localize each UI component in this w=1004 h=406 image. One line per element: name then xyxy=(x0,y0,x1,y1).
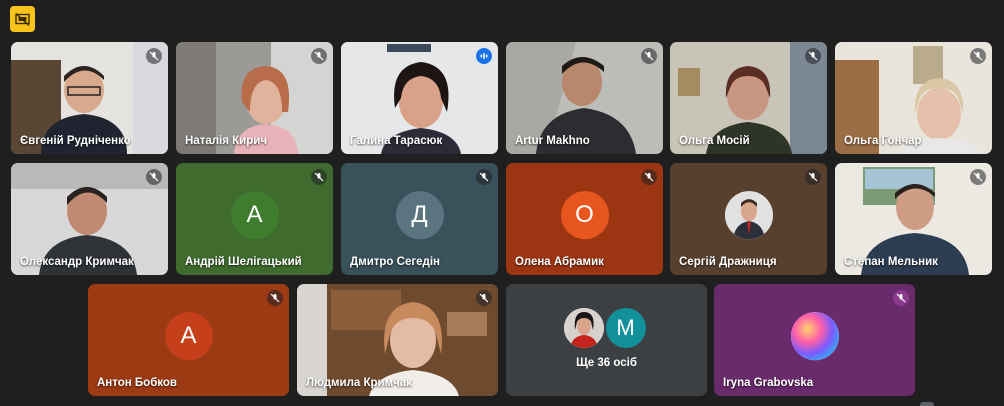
mic-off-icon xyxy=(267,290,283,306)
participant-tile[interactable]: А Андрій Шелігацький xyxy=(176,163,333,275)
avatar-initial: М xyxy=(616,315,635,340)
participant-name: Ольга Гончар xyxy=(844,135,922,147)
mic-off-icon xyxy=(893,290,909,306)
more-participants-label: Ще 36 осіб xyxy=(576,357,637,369)
avatar-photo xyxy=(563,308,604,348)
mic-off-icon xyxy=(805,48,821,64)
mic-off-icon xyxy=(146,48,162,64)
mic-off-icon xyxy=(146,169,162,185)
avatar-initial: А xyxy=(180,322,197,350)
more-participants-tile[interactable]: М Ще 36 осіб xyxy=(506,284,707,396)
avatar: Д xyxy=(395,191,444,240)
participant-name: Дмитро Сегедін xyxy=(350,256,440,268)
participant-name: Євгеній Рудніченко xyxy=(20,135,131,147)
participant-tile[interactable]: Степан Мельник xyxy=(835,163,992,275)
participant-name: Олександр Кримчак xyxy=(20,256,134,268)
participant-name: Наталія Кирич xyxy=(185,135,267,147)
speaking-indicator-icon xyxy=(476,48,492,64)
avatar-initial: А xyxy=(246,201,263,229)
participant-tile[interactable]: Олександр Кримчак xyxy=(11,163,168,275)
participant-tile[interactable]: Людмила Кримчак xyxy=(297,284,498,396)
participant-tile[interactable]: Ольга Гончар xyxy=(835,42,992,154)
avatar: А xyxy=(164,312,213,361)
participant-tile[interactable]: Наталія Кирич xyxy=(176,42,333,154)
avatar-photo xyxy=(724,191,773,240)
presentation-off-badge[interactable] xyxy=(10,6,35,32)
participant-tile[interactable]: Галина Тарасюк xyxy=(341,42,498,154)
participant-name: Галина Тарасюк xyxy=(350,135,443,147)
participant-tile[interactable]: Д Дмитро Сегедін xyxy=(341,163,498,275)
mic-off-icon xyxy=(311,48,327,64)
avatar-photo xyxy=(790,312,839,361)
participant-name: Андрій Шелігацький xyxy=(185,256,302,268)
avatar-initial: Д xyxy=(411,201,428,229)
mic-off-icon xyxy=(970,48,986,64)
scroll-handle[interactable] xyxy=(920,402,934,406)
mic-off-icon xyxy=(641,169,657,185)
mic-off-icon xyxy=(476,290,492,306)
participant-name: Artur Makhno xyxy=(515,135,590,147)
avatar: М xyxy=(605,308,646,348)
participant-tile[interactable]: А Антон Бобков xyxy=(88,284,289,396)
participant-tile[interactable]: О Олена Абрамик xyxy=(506,163,663,275)
participant-name: Степан Мельник xyxy=(844,256,938,268)
participant-name: Людмила Кримчак xyxy=(306,377,412,389)
presentation-off-icon xyxy=(15,12,30,26)
mic-off-icon xyxy=(311,169,327,185)
participant-name: Сергій Дражниця xyxy=(679,256,777,268)
mic-off-icon xyxy=(641,48,657,64)
participant-name: Олена Абрамик xyxy=(515,256,604,268)
participant-tile[interactable]: Ольга Мосій xyxy=(670,42,827,154)
more-avatars: М xyxy=(563,306,650,350)
participant-tile[interactable]: Iryna Grabovska xyxy=(714,284,915,396)
mic-off-icon xyxy=(970,169,986,185)
mic-off-icon xyxy=(805,169,821,185)
avatar-initial: О xyxy=(575,201,594,229)
mic-off-icon xyxy=(476,169,492,185)
participant-name: Iryna Grabovska xyxy=(723,377,814,389)
participant-tile[interactable]: Artur Makhno xyxy=(506,42,663,154)
participant-tile[interactable]: Сергій Дражниця xyxy=(670,163,827,275)
avatar: О xyxy=(560,191,609,240)
avatar: А xyxy=(230,191,279,240)
participant-name: Ольга Мосій xyxy=(679,135,750,147)
participant-tile[interactable]: Євгеній Рудніченко xyxy=(11,42,168,154)
participant-name: Антон Бобков xyxy=(97,377,177,389)
